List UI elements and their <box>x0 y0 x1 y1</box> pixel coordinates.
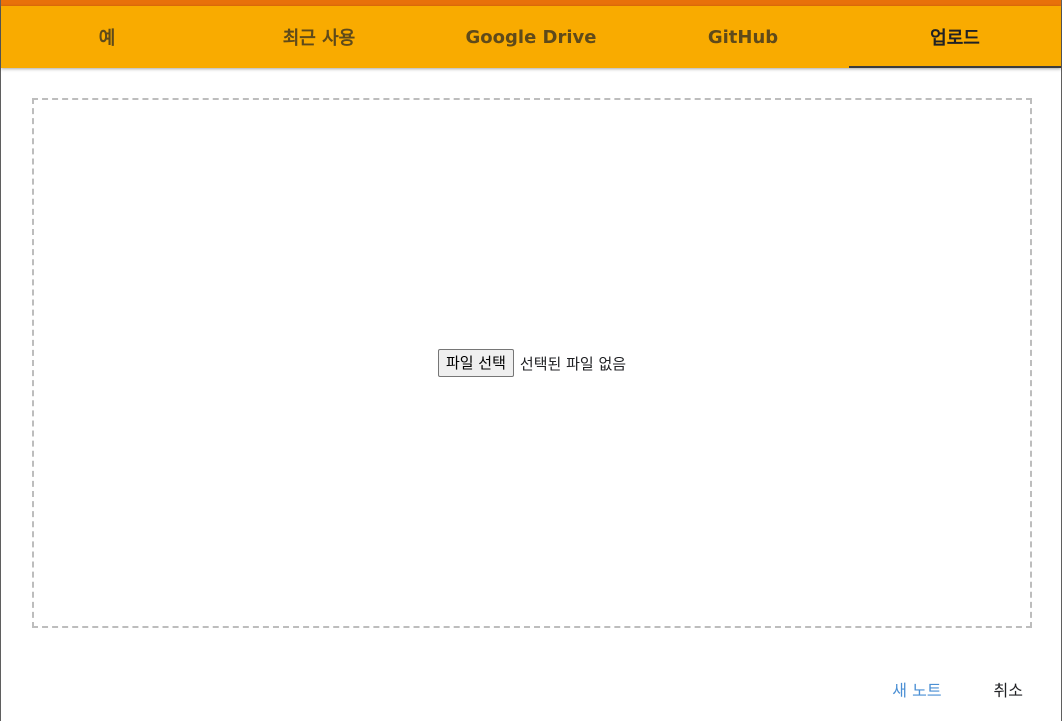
tab-github[interactable]: GitHub <box>637 6 849 68</box>
dialog-footer: 새 노트 취소 <box>882 671 1033 707</box>
upload-panel: 파일 선택 선택된 파일 없음 새 노트 취소 <box>1 68 1061 721</box>
open-notebook-dialog: 예 최근 사용 Google Drive GitHub 업로드 파일 선택 선택… <box>0 0 1062 721</box>
no-file-selected-text: 선택된 파일 없음 <box>519 354 627 373</box>
tab-recent[interactable]: 최근 사용 <box>213 6 425 68</box>
file-input: 파일 선택 선택된 파일 없음 <box>437 349 627 377</box>
tab-examples[interactable]: 예 <box>1 6 213 68</box>
tab-upload[interactable]: 업로드 <box>849 6 1061 68</box>
file-drop-zone[interactable]: 파일 선택 선택된 파일 없음 <box>32 98 1032 628</box>
new-notebook-button[interactable]: 새 노트 <box>882 671 951 707</box>
choose-file-button[interactable]: 파일 선택 <box>437 349 514 377</box>
cancel-button[interactable]: 취소 <box>984 671 1033 707</box>
tab-google-drive[interactable]: Google Drive <box>425 6 637 68</box>
tab-bar: 예 최근 사용 Google Drive GitHub 업로드 <box>1 6 1061 68</box>
